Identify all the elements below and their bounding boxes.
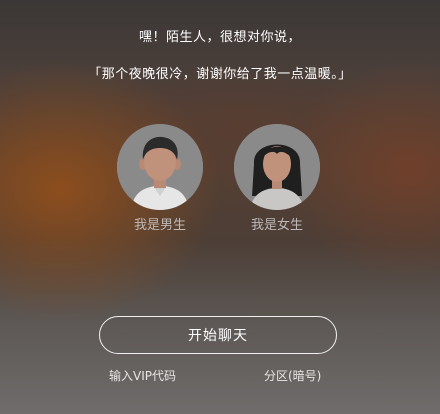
male-option[interactable]: 我是男生 (115, 124, 205, 233)
zone-code-link[interactable]: 分区(暗号) (264, 367, 321, 384)
greeting-line: 嘿！陌生人，很想对你说， (138, 30, 301, 45)
male-option-label: 我是男生 (133, 218, 186, 233)
male-avatar-icon (117, 124, 203, 210)
female-avatar-icon (234, 124, 320, 210)
vip-code-link[interactable]: 输入VIP代码 (109, 367, 176, 384)
start-chat-button[interactable]: 开始聊天 (99, 316, 337, 354)
female-option[interactable]: 我是女生 (232, 124, 322, 233)
quote-line: 「那个夜晚很冷，谢谢你给了我一点温暖。」 (88, 67, 352, 82)
female-option-label: 我是女生 (250, 218, 303, 233)
